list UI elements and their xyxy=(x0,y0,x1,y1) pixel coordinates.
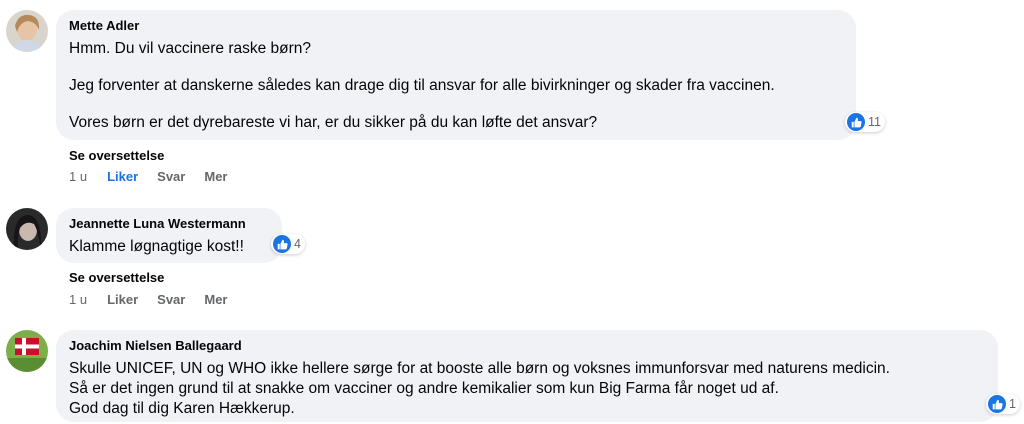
comment-line: Hmm. Du vil vaccinere raske børn? xyxy=(69,40,312,57)
comment-line: Vores børn er det dyrebareste vi har, er… xyxy=(69,114,598,131)
comment-bubble: Jeannette Luna Westermann Klamme løgnagt… xyxy=(56,208,282,263)
reply-button[interactable]: Svar xyxy=(157,292,185,307)
reaction-summary[interactable]: 1 xyxy=(986,394,1020,414)
comment-actions: 1 u Liker Svar Mer xyxy=(69,292,246,307)
more-button[interactable]: Mer xyxy=(204,292,227,307)
comment-author[interactable]: Mette Adler xyxy=(69,18,844,34)
comment-line: God dag til dig Karen Hækkerup. xyxy=(69,400,295,417)
comment-line: Klamme løgnagtige kost!! xyxy=(69,238,244,255)
see-translation-link[interactable]: Se oversettelse xyxy=(69,148,164,163)
comment-line: Så er det ingen grund til at snakke om v… xyxy=(69,380,779,397)
reply-button[interactable]: Svar xyxy=(157,169,185,184)
reaction-summary[interactable]: 11 xyxy=(845,112,885,132)
see-translation-link[interactable]: Se oversettelse xyxy=(69,270,164,285)
comment-bubble: Mette Adler Hmm. Du vil vaccinere raske … xyxy=(56,10,856,140)
comment-author[interactable]: Joachim Nielsen Ballegaard xyxy=(69,338,986,354)
comment-timestamp[interactable]: 1 u xyxy=(69,169,87,184)
more-button[interactable]: Mer xyxy=(204,169,227,184)
reaction-count: 4 xyxy=(294,237,301,251)
comment-actions: 1 u Liker Svar Mer xyxy=(69,169,246,184)
comment-line: Jeg forventer at danskerne således kan d… xyxy=(69,77,775,94)
like-thumb-icon xyxy=(273,235,291,253)
avatar[interactable] xyxy=(6,208,48,250)
avatar[interactable] xyxy=(6,330,48,372)
comment-author[interactable]: Jeannette Luna Westermann xyxy=(69,216,270,232)
like-button[interactable]: Liker xyxy=(107,169,138,184)
like-button[interactable]: Liker xyxy=(107,292,138,307)
reaction-count: 11 xyxy=(868,115,881,129)
like-thumb-icon xyxy=(847,113,865,131)
reaction-count: 1 xyxy=(1009,397,1016,411)
comment-bubble: Joachim Nielsen Ballegaard Skulle UNICEF… xyxy=(56,330,998,422)
reaction-summary[interactable]: 4 xyxy=(271,234,305,254)
like-thumb-icon xyxy=(988,395,1006,413)
comment-timestamp[interactable]: 1 u xyxy=(69,292,87,307)
avatar[interactable] xyxy=(6,10,48,52)
comment-line: Skulle UNICEF, UN og WHO ikke hellere sø… xyxy=(69,360,890,377)
